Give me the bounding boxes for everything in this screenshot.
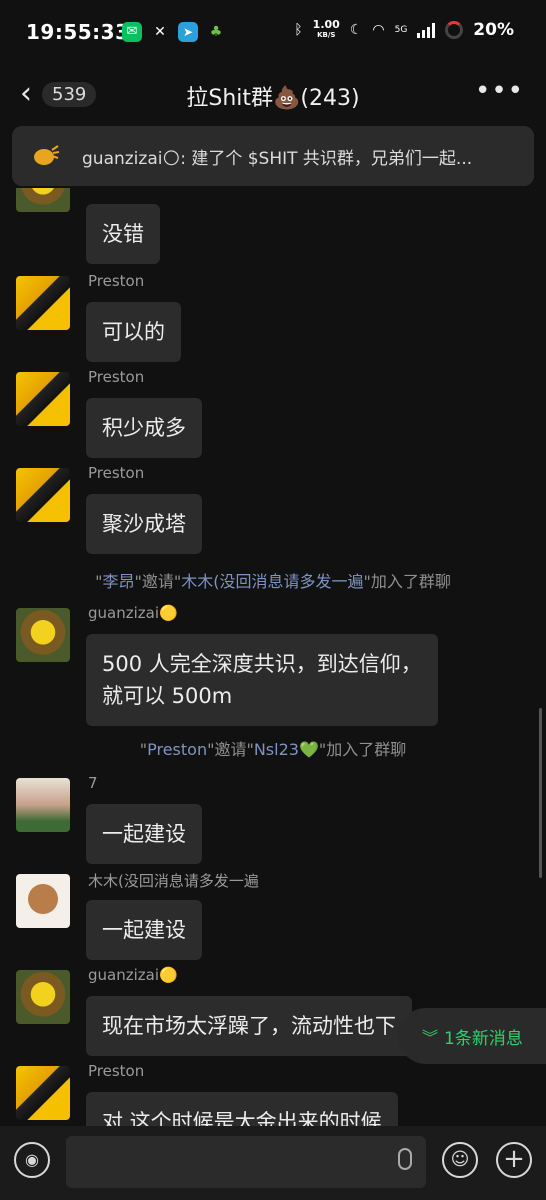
message-bubble[interactable]: 对 这个时候是大金出来的时候	[86, 1092, 398, 1126]
more-icon[interactable]: •••	[475, 76, 524, 106]
battery-percent: 20%	[473, 20, 514, 40]
wechat-icon: ✉	[122, 22, 142, 42]
pinned-announcement[interactable]: guanzizai🌕: 建了个 $SHIT 共识群，兄弟们一起...	[12, 126, 534, 186]
message-bubble[interactable]: 没错	[86, 204, 160, 264]
battery-icon	[445, 21, 464, 39]
scrollbar[interactable]	[539, 708, 542, 878]
message-bubble[interactable]: 聚沙成塔	[86, 494, 202, 554]
message-input[interactable]	[66, 1136, 426, 1188]
megaphone-icon	[34, 145, 60, 165]
avatar[interactable]	[16, 188, 70, 212]
avatar[interactable]	[16, 1066, 70, 1120]
avatar[interactable]	[16, 608, 70, 662]
avatar[interactable]	[16, 778, 70, 832]
message-bubble[interactable]: 500 人完全深度共识，到达信仰， 就可以 500m	[86, 634, 438, 726]
system-notice: "Preston"邀请"Nsl23💚"加入了群聊	[139, 740, 407, 759]
input-bar: ◉ ☺ +	[0, 1126, 546, 1200]
chat-title: 拉Shit群💩(243)	[186, 86, 360, 111]
sender-name: 木木(没回消息请多发一遍	[88, 872, 259, 890]
sender-name: guanzizai🟡	[88, 604, 178, 622]
x-icon: ✕	[154, 24, 166, 40]
double-chevron-down-icon: ︾	[422, 1028, 439, 1047]
clock: 19:55:33	[26, 20, 130, 44]
avatar[interactable]	[16, 372, 70, 426]
avatar[interactable]	[16, 874, 70, 928]
system-name[interactable]: 木木(没回消息请多发一遍	[181, 572, 363, 591]
frog-icon: ♣	[209, 24, 223, 40]
chat-area[interactable]: 没错 Preston 可以的 Preston 积少成多 Preston 聚沙成塔…	[0, 188, 546, 1126]
message-bubble[interactable]: 可以的	[86, 302, 181, 362]
sender-name: Preston	[88, 272, 145, 290]
notification-icons: ✉ ✕ ➤ ♣	[122, 22, 226, 42]
avatar[interactable]	[16, 468, 70, 522]
network-label: 5G	[394, 25, 408, 35]
message-bubble[interactable]: 一起建设	[86, 900, 202, 960]
plus-button[interactable]: +	[496, 1142, 532, 1178]
voice-input-button[interactable]: ◉	[14, 1142, 50, 1178]
telegram-icon: ➤	[178, 22, 198, 42]
pinned-text: guanzizai🌕: 建了个 $SHIT 共识群，兄弟们一起...	[82, 149, 473, 169]
system-name[interactable]: Preston	[147, 740, 207, 759]
message-bubble[interactable]: 一起建设	[86, 804, 202, 864]
sender-name: Preston	[88, 464, 145, 482]
emoji-button[interactable]: ☺	[442, 1142, 478, 1178]
wifi-icon: ◠	[372, 22, 385, 38]
sender-name: Preston	[88, 1062, 145, 1080]
moon-icon: ☾	[349, 22, 363, 38]
system-name[interactable]: Nsl23💚	[254, 740, 319, 759]
sender-name: 7	[88, 774, 98, 792]
sender-name: guanzizai🟡	[88, 966, 178, 984]
system-name[interactable]: 李昂	[102, 572, 134, 591]
new-messages-label: 1条新消息	[444, 1029, 523, 1049]
microphone-icon[interactable]	[398, 1148, 412, 1170]
avatar[interactable]	[16, 970, 70, 1024]
bluetooth-icon: ᛒ	[294, 22, 303, 38]
system-notice: "李昂"邀请"木木(没回消息请多发一遍"加入了群聊	[95, 572, 451, 591]
message-bubble[interactable]: 现在市场太浮躁了，流动性也下	[86, 996, 412, 1056]
status-right: ᛒ 1.00 KB/S ☾ ◠ 5G 20%	[294, 18, 514, 40]
status-bar: 19:55:33 ✉ ✕ ➤ ♣ ᛒ 1.00 KB/S ☾ ◠ 5G 20%	[0, 0, 546, 64]
message-bubble[interactable]: 积少成多	[86, 398, 202, 458]
signal-icon	[417, 22, 436, 38]
new-messages-button[interactable]: ︾ 1条新消息	[398, 1008, 546, 1064]
network-speed: 1.00 KB/S	[312, 18, 340, 39]
sender-name: Preston	[88, 368, 145, 386]
avatar[interactable]	[16, 276, 70, 330]
chat-header: ‹ 539 拉Shit群💩(243) •••	[0, 64, 546, 124]
